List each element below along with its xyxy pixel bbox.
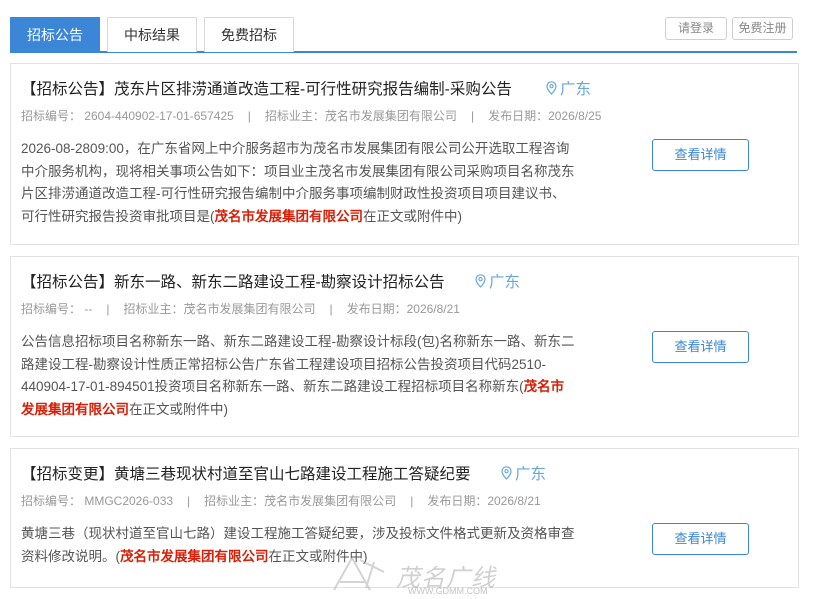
region-tag: 广东 [546,77,591,99]
bid-date: 发布日期：2026/8/21 [346,302,460,316]
bid-summary: 公告信息招标项目名称新东一路、新东二路建设工程-勘察设计标段(包)名称新东一路、… [21,331,576,421]
meta-separator: | [329,302,333,316]
region-label: 广东 [560,81,592,98]
tab-bid-announcement[interactable]: 招标公告 [10,17,100,52]
bid-code: 招标编号： 2604-440902-17-01-657425 [21,109,234,123]
region-tag: 广东 [501,462,546,484]
watermark-logo-icon [333,557,385,591]
bid-code: 招标编号： MMGC2026-033 [21,494,174,508]
bid-date: 发布日期：2026/8/25 [488,109,602,123]
login-button[interactable]: 请登录 [665,17,727,40]
summary-text: 公告信息招标项目名称新东一路、新东二路建设工程-勘察设计标段(包)名称新东一路、… [21,334,575,394]
bid-owner: 招标业主：茂名市发展集团有限公司 [123,302,316,316]
location-pin-icon [546,81,557,95]
location-pin-icon [501,466,512,480]
bid-code: 招标编号： -- [21,302,93,316]
location-pin-icon [475,274,486,288]
bid-card: 【招标公告】新东一路、新东二路建设工程-勘察设计招标公告 广东 招标编号： --… [10,256,799,437]
bid-owner: 招标业主：茂名市发展集团有限公司 [204,494,397,508]
register-button[interactable]: 免费注册 [732,17,793,40]
watermark-url: WWW.GDMM.COM [408,586,488,596]
bid-card: 【招标公告】茂东片区排涝通道改造工程-可行性研究报告编制-采购公告 广东 招标编… [10,63,799,245]
summary-highlight: 茂名市发展集团有限公司 [214,208,364,224]
summary-tail: 在正文或附件中) [129,401,228,417]
bid-meta: 招标编号： 2604-440902-17-01-657425 | 招标业主：茂名市发… [21,107,601,124]
region-label: 广东 [489,274,521,291]
bid-title[interactable]: 【招标公告】新东一路、新东二路建设工程-勘察设计招标公告 [21,270,445,292]
summary-highlight: 茂名市发展集团有限公司 [120,548,269,564]
bid-date: 发布日期：2026/8/21 [427,494,541,508]
bid-meta: 招标编号： MMGC2026-033 | 招标业主：茂名市发展集团有限公司 | 发布日期… [21,492,541,509]
meta-separator: | [106,302,110,316]
bid-owner: 招标业主：茂名市发展集团有限公司 [264,109,457,123]
view-details-button[interactable]: 查看详情 [652,523,749,555]
view-details-button[interactable]: 查看详情 [652,139,749,171]
bid-summary: 2026-08-2809:00，在广东省网上中介服务超市为茂名市发展集团有限公司… [21,138,576,228]
meta-separator: | [187,494,191,508]
meta-separator: | [247,109,251,123]
region-label: 广东 [515,466,547,483]
tab-bid-results[interactable]: 中标结果 [107,17,197,52]
bid-title[interactable]: 【招标公告】茂东片区排涝通道改造工程-可行性研究报告编制-采购公告 [21,77,512,99]
tab-free-bidding[interactable]: 免费招标 [204,17,294,52]
bid-meta: 招标编号： -- | 招标业主：茂名市发展集团有限公司 | 发布日期：2026/8/21 [21,300,460,317]
meta-separator: | [410,494,414,508]
meta-separator: | [470,109,475,123]
region-tag: 广东 [475,270,520,292]
site-watermark: 茂名广线 WWW.GDMM.COM [330,550,530,596]
view-details-button[interactable]: 查看详情 [652,331,749,363]
bid-title[interactable]: 【招标变更】黄塘三巷现状村道至官山七路建设工程施工答疑纪要 [21,462,471,484]
summary-tail: 在正文或附件中) [363,208,462,224]
